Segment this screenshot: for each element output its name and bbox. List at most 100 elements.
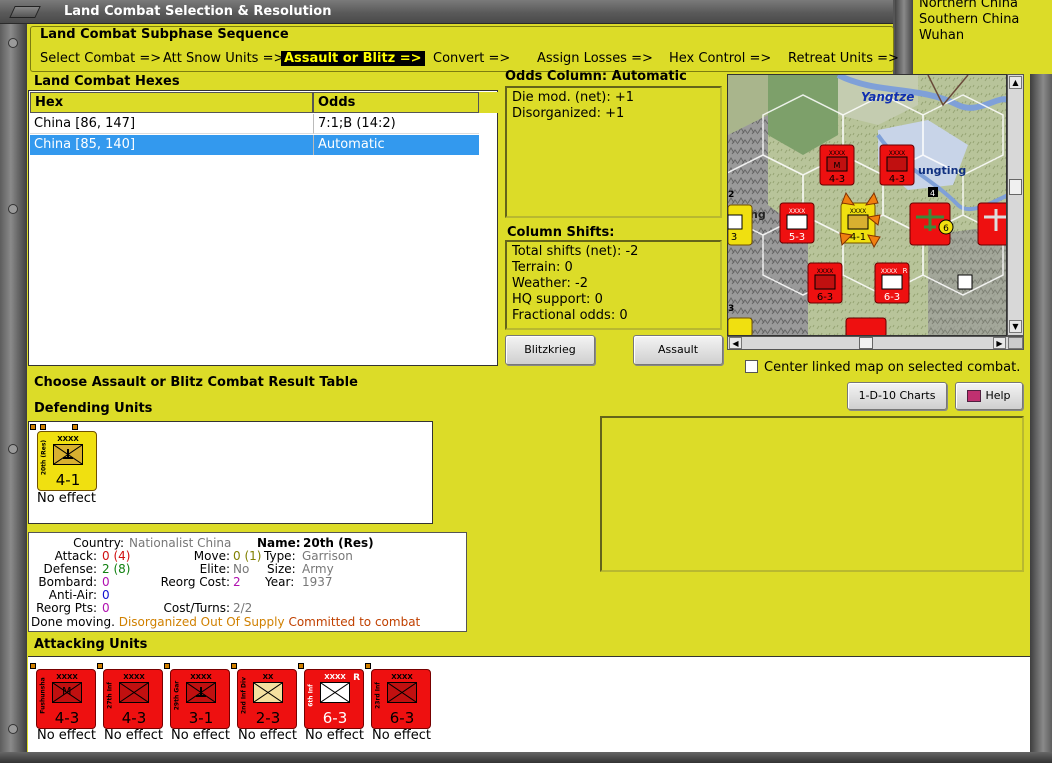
status-dot-icon [164, 663, 170, 669]
map-unit-counter[interactable]: XXXX 4-3 [879, 144, 915, 186]
unit-effect: No effect [37, 728, 97, 743]
center-linked-map-label: Center linked map on selected combat. [764, 360, 1021, 375]
defending-units-panel: XXXX 4-1 20th (Res) No effect [28, 421, 433, 524]
map-unit-counter[interactable] [845, 317, 887, 336]
window-title: Land Combat Selection & Resolution [64, 4, 332, 19]
svg-text:M: M [834, 161, 841, 170]
attacking-unit-counter[interactable]: XXXX M 4-3 Fushunsha [30, 663, 96, 729]
odds-cell: Automatic [313, 135, 479, 155]
subphase-sequence: Land Combat Subphase Sequence Select Com… [30, 26, 899, 72]
unit-effect: No effect [238, 728, 298, 743]
combat-hex-table: Hex Odds China [86, 147] 7:1;B (14:2) Ch… [28, 90, 504, 366]
svg-text:XXXX: XXXX [850, 208, 866, 215]
map-unit-counter[interactable] [728, 317, 753, 336]
blitzkrieg-button[interactable]: Blitzkrieg [505, 335, 595, 365]
unit-effect: No effect [372, 728, 432, 743]
unit-effect: No effect [37, 491, 97, 506]
vertical-scroll-thumb[interactable] [1009, 179, 1022, 195]
defending-unit-counter[interactable]: XXXX 4-1 20th (Res) [30, 424, 97, 491]
svg-text:XXXX: XXXX [881, 268, 897, 275]
horizontal-scroll-thumb[interactable] [859, 337, 873, 349]
rivet-icon [8, 38, 18, 48]
map-vertical-scrollbar[interactable]: ▲ ▼ [1007, 74, 1024, 336]
odds-cell: 7:1;B (14:2) [313, 114, 479, 134]
attacking-unit-counter[interactable]: XXXX 3-1 29th Gar [164, 663, 230, 729]
map-horizontal-scrollbar[interactable]: ◀ ▶ [727, 336, 1024, 350]
assault-button[interactable]: Assault [633, 335, 723, 365]
status-dot-icon [298, 663, 304, 669]
attacking-unit-counter[interactable]: XXXX 6-3 23rd Inf [365, 663, 431, 729]
rivet-icon [8, 204, 18, 214]
table-row-selected[interactable]: China [85, 140] Automatic [30, 135, 479, 155]
attacking-unit-counter[interactable]: XXXX 4-3 27th Inf [97, 663, 163, 729]
region-item[interactable]: Southern China [919, 12, 1019, 28]
region-list[interactable]: Northern China Southern China Wuhan [919, 0, 1019, 44]
bottom-frame [0, 752, 1052, 763]
map-unit-counter[interactable]: XXXX 5-3 [779, 202, 815, 244]
map-air-unit-counter[interactable] [977, 202, 1007, 246]
step-assign-losses: Assign Losses => [537, 51, 653, 66]
column-header-odds[interactable]: Odds [313, 92, 479, 113]
svg-text:6-3: 6-3 [884, 292, 900, 303]
map-hq-marker-icon[interactable] [957, 274, 973, 290]
attacking-title: Attacking Units [34, 637, 148, 652]
help-button[interactable]: Help [955, 382, 1023, 410]
reorg-cost-label: Reorg Cost: [160, 575, 230, 589]
mountain-infantry-symbol-icon: M [52, 682, 82, 703]
status-out-of-supply: Out Of Supply [200, 615, 285, 629]
map-unit-counter[interactable]: XXXX R 6-3 [874, 262, 910, 304]
defense-paren: (8) [113, 562, 131, 576]
right-frame [1030, 74, 1052, 763]
reorg-cost-value: 2 [233, 575, 241, 589]
linked-map[interactable]: Yangtze ungting ng XXXX M 4-3 XXXX 4-3 X… [727, 74, 1007, 336]
defense-value: 2 [102, 562, 110, 576]
center-linked-map-checkbox[interactable] [745, 360, 758, 373]
map-unit-counter[interactable]: XXXX 6-3 [807, 262, 843, 304]
scroll-right-icon[interactable]: ▶ [993, 337, 1006, 349]
map-air-unit-counter[interactable]: 6 [909, 202, 954, 246]
map-canvas[interactable]: Yangtze ungting ng XXXX M 4-3 XXXX 4-3 X… [728, 75, 1007, 336]
unit-name: 29th Gar [173, 680, 181, 711]
region-item[interactable]: Northern China [919, 0, 1019, 12]
combat-result-panel [600, 416, 1024, 572]
step-att-snow-units: Att Snow Units => [163, 51, 285, 66]
table-header: Hex Odds [30, 92, 504, 113]
map-unit-counter[interactable]: XXXX M 4-3 [819, 144, 855, 186]
attacking-unit-counter[interactable]: XX 2-3 2nd Inf Div [231, 663, 297, 729]
unit-name: 27th Inf [106, 682, 114, 709]
defending-title: Defending Units [34, 401, 153, 416]
hexes-title: Land Combat Hexes [34, 74, 180, 89]
odds-line: Die mod. (net): +1 [512, 90, 635, 105]
scroll-left-icon[interactable]: ◀ [729, 337, 742, 349]
year-value: 1937 [302, 575, 333, 589]
status-dot-icon [30, 663, 36, 669]
scroll-down-icon[interactable]: ▼ [1009, 320, 1022, 333]
cost-turns-value: 2/2 [233, 601, 253, 615]
column-header-hex[interactable]: Hex [30, 92, 313, 113]
status-dot-icon [40, 424, 46, 430]
attack-paren: (4) [113, 549, 131, 563]
crt-prompt: Choose Assault or Blitz Combat Result Ta… [34, 375, 358, 390]
step-retreat-units: Retreat Units => [788, 51, 899, 66]
infantry-symbol-icon [253, 682, 283, 703]
scroll-up-icon[interactable]: ▲ [1009, 76, 1022, 89]
map-unit-counter[interactable]: 3 [728, 204, 753, 246]
odds-title: Odds Column: Automatic [505, 69, 687, 84]
scroll-corner [1008, 337, 1023, 349]
table-row[interactable]: China [86, 147] 7:1;B (14:2) [30, 114, 504, 134]
shift-line: Fractional odds: 0 [512, 308, 628, 323]
status-dot-icon [231, 663, 237, 669]
shifts-title: Column Shifts: [507, 225, 615, 240]
region-item[interactable]: Wuhan [919, 28, 1019, 44]
subphase-title: Land Combat Subphase Sequence [40, 27, 289, 42]
window-menu-icon[interactable] [9, 6, 41, 18]
reserve-badge: R [353, 673, 360, 683]
charts-button[interactable]: 1-D-10 Charts [847, 382, 947, 410]
svg-text:3: 3 [728, 304, 734, 314]
title-bar[interactable]: Land Combat Selection & Resolution [0, 0, 893, 24]
attacking-unit-counter[interactable]: XXXX R 6-3 6th Inf [298, 663, 364, 729]
garrison-symbol-icon [186, 682, 216, 703]
unit-name: Fushunsha [39, 677, 47, 714]
unit-effect: No effect [305, 728, 365, 743]
hex-cell: China [86, 147] [30, 114, 313, 134]
